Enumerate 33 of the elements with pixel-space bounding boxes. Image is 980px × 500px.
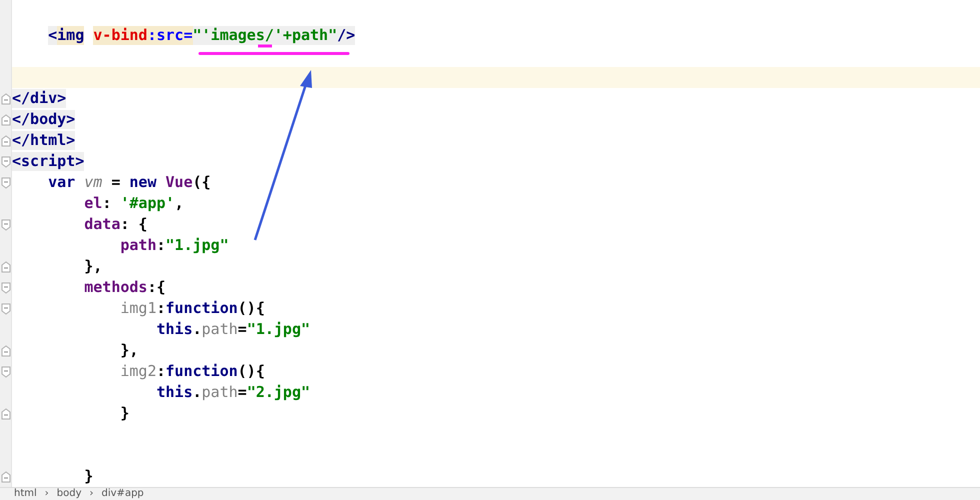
code-line: this.path="2.jpg" — [156, 382, 312, 403]
code-line: }, — [119, 340, 140, 361]
code-line: data: { — [83, 214, 148, 235]
separator-icon: › — [44, 488, 49, 500]
breadcrumb-item[interactable]: html — [14, 488, 37, 500]
fold-icon[interactable] — [0, 344, 10, 356]
code-line: }, — [83, 256, 104, 277]
fold-icon[interactable] — [0, 92, 10, 104]
fold-icon[interactable] — [0, 176, 10, 188]
code-line: path:"1.jpg" — [119, 235, 230, 256]
underline-mark — [258, 44, 272, 48]
fold-icon[interactable] — [0, 408, 10, 420]
code-line: } — [83, 466, 94, 487]
code-line: var vm = new Vue({ — [47, 172, 212, 193]
fold-icon[interactable] — [0, 302, 10, 314]
breadcrumb-item[interactable]: body — [56, 488, 82, 500]
code-line: <img v-bind:src="'images/'+path"/> — [47, 25, 356, 46]
fold-icon[interactable] — [0, 282, 10, 294]
fold-icon[interactable] — [0, 114, 10, 126]
fold-icon[interactable] — [0, 218, 10, 230]
code-line: this.path="1.jpg" — [156, 319, 312, 340]
code-line: img2:function(){ — [119, 361, 266, 382]
code-line: methods:{ — [83, 277, 167, 298]
code-line: el: '#app', — [83, 193, 185, 214]
code-line: img1:function(){ — [119, 298, 266, 319]
fold-icon[interactable] — [0, 260, 10, 272]
separator-icon: › — [90, 488, 94, 500]
fold-icon[interactable] — [0, 156, 10, 168]
fold-icon[interactable] — [0, 134, 10, 146]
fold-icon[interactable] — [0, 366, 10, 378]
fold-icon[interactable] — [0, 470, 10, 482]
breadcrumb-item[interactable]: div#app — [102, 488, 144, 500]
code-line: } — [119, 403, 130, 424]
